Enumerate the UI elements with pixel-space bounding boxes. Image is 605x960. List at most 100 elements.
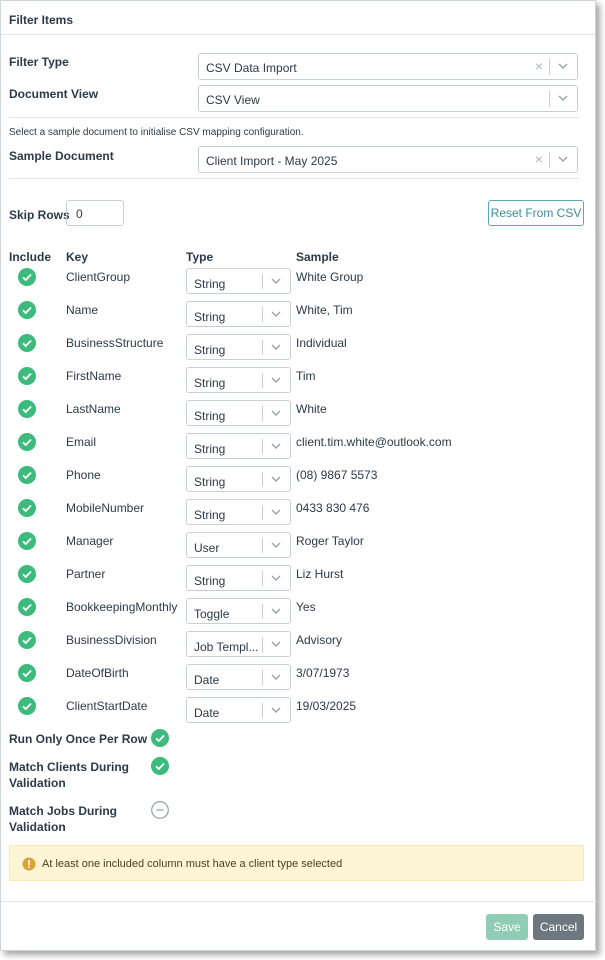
row-type-select[interactable]: Date <box>186 697 291 723</box>
match-clients-label-line2: Validation <box>9 776 66 790</box>
match-jobs-label-line1: Match Jobs During <box>9 804 118 818</box>
skip-rows-input[interactable]: 0 <box>66 200 124 226</box>
table-row: MobileNumber String 0433 830 476 <box>1 499 597 532</box>
chevron-down-icon[interactable] <box>269 670 283 684</box>
match-clients-label-line1: Match Clients During <box>9 760 130 774</box>
row-key: Phone <box>66 468 101 482</box>
check-circle-icon[interactable] <box>151 729 169 747</box>
table-row: Partner String Liz Hurst <box>1 565 597 598</box>
chevron-down-icon[interactable] <box>269 538 283 552</box>
row-sample: Yes <box>296 600 316 614</box>
validation-warning: At least one included column must have a… <box>9 845 584 881</box>
row-sample: client.tim.white@outlook.com <box>296 435 452 449</box>
chevron-down-icon[interactable] <box>269 340 283 354</box>
row-type-value: String <box>194 376 226 390</box>
reset-from-csv-button[interactable]: Reset From CSV <box>488 200 584 226</box>
chevron-down-icon[interactable] <box>269 307 283 321</box>
chevron-down-icon[interactable] <box>269 274 283 288</box>
row-type-value: Job Templ... <box>194 640 259 654</box>
check-circle-icon[interactable] <box>18 598 36 616</box>
select-separator <box>262 703 263 718</box>
select-separator <box>262 274 263 289</box>
chevron-down-icon[interactable] <box>269 472 283 486</box>
x-icon[interactable]: × <box>535 151 543 167</box>
chevron-down-icon[interactable] <box>269 604 283 618</box>
check-circle-icon[interactable] <box>18 433 36 451</box>
check-circle-icon[interactable] <box>18 466 36 484</box>
row-type-select[interactable]: String <box>186 565 291 591</box>
row-type-select[interactable]: String <box>186 433 291 459</box>
x-icon[interactable]: × <box>535 58 543 74</box>
minus-circle-icon[interactable] <box>151 801 169 819</box>
select-separator <box>262 373 263 388</box>
row-type-select[interactable]: Toggle <box>186 598 291 624</box>
filter-type-select[interactable]: CSV Data Import × <box>198 53 578 80</box>
filter-type-label: Filter Type <box>9 55 69 69</box>
row-sample: Advisory <box>296 633 343 647</box>
chevron-down-icon[interactable] <box>269 703 283 717</box>
select-separator <box>549 59 550 75</box>
row-type-select[interactable]: String <box>186 301 291 327</box>
check-circle-icon[interactable] <box>18 565 36 583</box>
chevron-down-icon[interactable] <box>556 59 570 73</box>
document-view-label: Document View <box>9 87 99 101</box>
select-separator <box>262 637 263 652</box>
select-separator <box>262 472 263 487</box>
chevron-down-icon[interactable] <box>269 439 283 453</box>
row-type-select[interactable]: String <box>186 466 291 492</box>
document-view-select[interactable]: CSV View <box>198 85 578 112</box>
chevron-down-icon[interactable] <box>556 91 570 105</box>
check-circle-icon[interactable] <box>18 697 36 715</box>
row-type-select[interactable]: Job Templ... <box>186 631 291 657</box>
chevron-down-icon[interactable] <box>269 373 283 387</box>
row-type-value: String <box>194 442 226 456</box>
exclamation-circle-icon <box>22 857 36 871</box>
row-type-value: String <box>194 508 226 522</box>
row-sample: Tim <box>296 369 316 383</box>
table-row: LastName String White <box>1 400 597 433</box>
check-circle-icon[interactable] <box>151 757 169 775</box>
header-key: Key <box>66 250 89 264</box>
row-type-value: String <box>194 277 226 291</box>
row-type-select[interactable]: String <box>186 268 291 294</box>
chevron-down-icon[interactable] <box>556 152 570 166</box>
check-circle-icon[interactable] <box>18 499 36 517</box>
row-type-select[interactable]: String <box>186 334 291 360</box>
check-circle-icon[interactable] <box>18 301 36 319</box>
save-button[interactable]: Save <box>486 914 528 940</box>
row-key: Partner <box>66 567 106 581</box>
check-circle-icon[interactable] <box>18 400 36 418</box>
chevron-down-icon[interactable] <box>269 406 283 420</box>
header-include: Include <box>9 250 52 264</box>
sample-document-select[interactable]: Client Import - May 2025 × <box>198 146 578 173</box>
row-type-value: Date <box>194 673 220 687</box>
check-circle-icon[interactable] <box>18 532 36 550</box>
table-row: FirstName String Tim <box>1 367 597 400</box>
check-circle-icon[interactable] <box>18 334 36 352</box>
chevron-down-icon[interactable] <box>269 637 283 651</box>
row-type-select[interactable]: String <box>186 367 291 393</box>
row-sample: White, Tim <box>296 303 353 317</box>
check-circle-icon[interactable] <box>18 367 36 385</box>
row-key: DateOfBirth <box>66 666 129 680</box>
row-key: Name <box>66 303 99 317</box>
run-once-label: Run Only Once Per Row <box>9 732 148 746</box>
row-type-value: String <box>194 574 226 588</box>
row-type-select[interactable]: String <box>186 499 291 525</box>
row-type-select[interactable]: User <box>186 532 291 558</box>
cancel-button[interactable]: Cancel <box>533 914 584 940</box>
filter-items-dialog: Filter Items Filter Type CSV Data Import… <box>0 0 597 951</box>
chevron-down-icon[interactable] <box>269 505 283 519</box>
check-circle-icon[interactable] <box>18 631 36 649</box>
check-circle-icon[interactable] <box>18 664 36 682</box>
select-separator <box>262 307 263 322</box>
filter-type-value: CSV Data Import <box>206 61 297 75</box>
select-separator <box>549 91 550 107</box>
select-separator <box>262 340 263 355</box>
check-circle-icon[interactable] <box>18 268 36 286</box>
chevron-down-icon[interactable] <box>269 571 283 585</box>
row-type-select[interactable]: Date <box>186 664 291 690</box>
row-type-select[interactable]: String <box>186 400 291 426</box>
skip-rows-label: Skip Rows <box>9 208 70 222</box>
select-separator <box>262 670 263 685</box>
